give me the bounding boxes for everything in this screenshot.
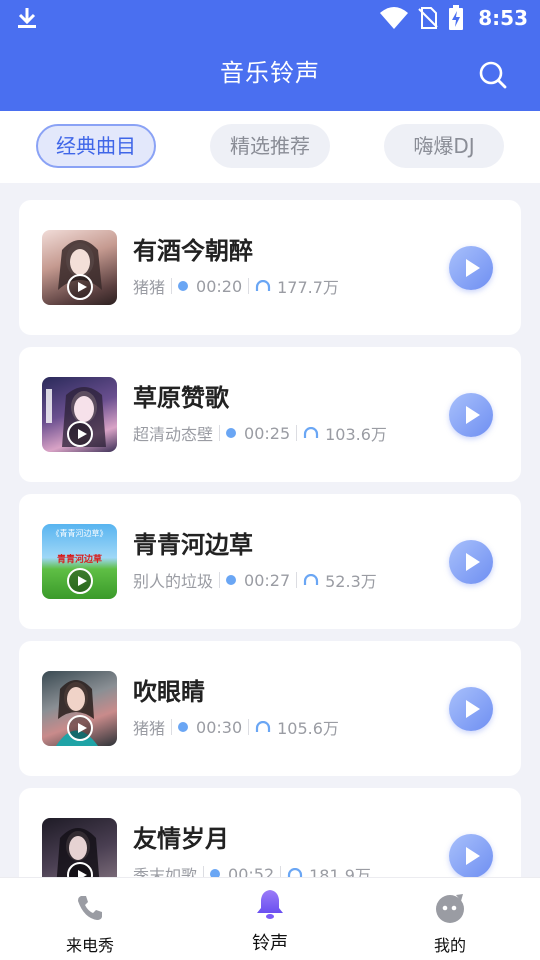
play-button[interactable] (449, 393, 493, 437)
song-card[interactable]: 有酒今朝醉 猪猪 00:20 177.7万 (19, 200, 521, 335)
divider (296, 572, 298, 588)
headphones-icon (304, 574, 319, 585)
song-card[interactable]: 友情岁月 季末如歌 00:52 181.9万 (19, 788, 521, 877)
song-title: 草原赞歌 (133, 384, 229, 412)
nav-label: 铃声 (252, 933, 288, 954)
duration-icon (178, 722, 189, 732)
song-title: 友情岁月 (133, 825, 229, 853)
cover-caption: 《青青河边草》 (51, 529, 108, 538)
tab-classic[interactable]: 经典曲目 (36, 124, 156, 168)
divider (171, 278, 173, 294)
nav-item-mine[interactable]: 我的 (360, 878, 540, 960)
preview-play-icon (67, 568, 93, 594)
page-title: 音乐铃声 (220, 59, 320, 87)
preview-play-icon (67, 274, 93, 300)
song-meta: 季末如歌 00:52 181.9万 (133, 862, 371, 877)
play-button[interactable] (449, 687, 493, 731)
duration-icon (226, 428, 237, 438)
duration: 00:30 (196, 717, 243, 737)
artist-name: 超清动态壁 (133, 425, 214, 444)
song-card[interactable]: 吹眼睛 猪猪 00:30 105.6万 (19, 641, 521, 776)
nav-item-ringtone[interactable]: 铃声 (180, 878, 360, 960)
wifi-icon (380, 7, 409, 29)
duration: 00:52 (228, 864, 275, 878)
headphones-icon (304, 427, 319, 438)
artist-name: 猪猪 (133, 719, 166, 738)
divider (248, 719, 250, 735)
preview-play-icon (67, 715, 93, 741)
divider (219, 425, 221, 441)
play-button[interactable] (449, 834, 493, 877)
song-cover (42, 818, 117, 877)
phone-icon (78, 896, 102, 920)
headphones-icon (288, 868, 303, 877)
song-cover (42, 671, 117, 746)
song-title: 青青河边草 (133, 531, 253, 559)
clock: 8:53 (478, 6, 528, 30)
divider (219, 572, 221, 588)
duration-icon (210, 869, 221, 877)
divider (280, 866, 282, 877)
nav-label: 来电秀 (65, 936, 114, 955)
play-count: 177.7万 (277, 278, 339, 297)
divider (248, 278, 250, 294)
song-card[interactable]: 草原赞歌 超清动态壁 00:25 103.6万 (19, 347, 521, 482)
artist-name: 季末如歌 (133, 866, 198, 877)
play-button[interactable] (449, 246, 493, 290)
play-count: 103.6万 (325, 425, 387, 444)
duration: 00:25 (244, 423, 291, 443)
duration-icon (178, 281, 189, 291)
play-count: 52.3万 (325, 572, 377, 591)
divider (296, 425, 298, 441)
song-list: 有酒今朝醉 猪猪 00:20 177.7万 草原赞歌 超清动态壁 00:25 1… (0, 183, 540, 877)
song-title: 有酒今朝醉 (133, 237, 253, 265)
nav-item-call-show[interactable]: 来电秀 (0, 878, 180, 960)
headphones-icon (256, 280, 271, 291)
headphones-icon (256, 721, 271, 732)
search-icon[interactable] (478, 60, 508, 90)
duration-icon (226, 575, 237, 585)
status-bar: 8:53 (0, 0, 540, 36)
song-meta: 猪猪 00:30 105.6万 (133, 715, 339, 739)
battery-charging-icon (449, 5, 464, 30)
preview-play-icon (67, 421, 93, 447)
nav-label: 我的 (433, 936, 466, 955)
artist-name: 猪猪 (133, 278, 166, 297)
song-title: 吹眼睛 (133, 678, 205, 706)
song-cover (42, 230, 117, 305)
app-bar: 音乐铃声 (0, 36, 540, 111)
divider (203, 866, 205, 877)
song-meta: 别人的垃圾 00:27 52.3万 (133, 568, 377, 592)
category-tabs: 经典曲目 精选推荐 嗨爆DJ (0, 111, 540, 183)
tab-dj[interactable]: 嗨爆DJ (384, 124, 504, 168)
song-meta: 猪猪 00:20 177.7万 (133, 274, 339, 298)
profile-face-icon (436, 894, 464, 923)
divider (171, 719, 173, 735)
song-cover: 《青青河边草》 青青河边草 (42, 524, 117, 599)
play-button[interactable] (449, 540, 493, 584)
download-icon (18, 8, 36, 28)
song-card[interactable]: 《青青河边草》 青青河边草 青青河边草 别人的垃圾 00:27 52.3万 (19, 494, 521, 629)
bell-icon (257, 890, 283, 919)
play-count: 105.6万 (277, 719, 339, 738)
cover-caption: 青青河边草 (56, 555, 102, 565)
duration: 00:27 (244, 570, 291, 590)
artist-name: 别人的垃圾 (133, 572, 214, 591)
no-sim-icon (418, 7, 438, 29)
song-cover (42, 377, 117, 452)
bottom-navigation: 来电秀 铃声 我的 (0, 877, 540, 960)
play-count: 181.9万 (309, 866, 371, 877)
tab-featured[interactable]: 精选推荐 (210, 124, 330, 168)
duration: 00:20 (196, 276, 243, 296)
song-meta: 超清动态壁 00:25 103.6万 (133, 421, 387, 445)
